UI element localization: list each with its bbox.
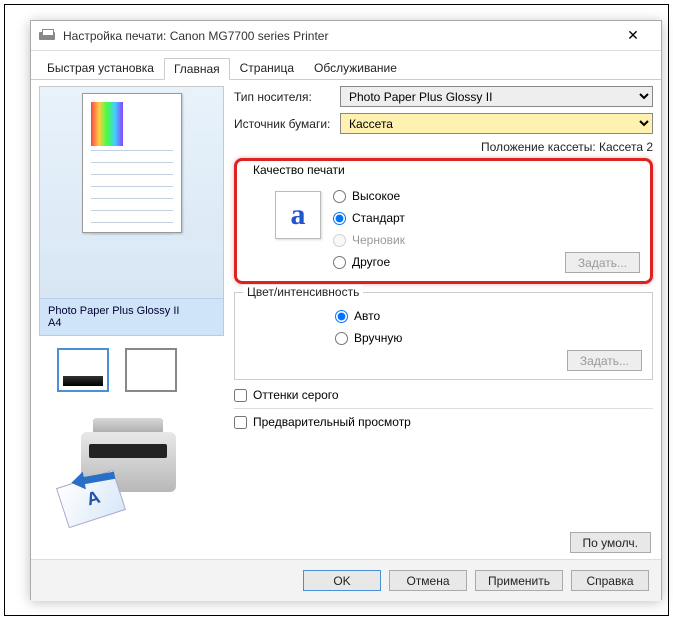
- tab-page[interactable]: Страница: [230, 57, 304, 79]
- color-set-button: Задать...: [567, 350, 642, 371]
- cancel-button[interactable]: Отмена: [389, 570, 467, 591]
- window-title: Настройка печати: Canon MG7700 series Pr…: [63, 29, 613, 43]
- close-button[interactable]: ✕: [613, 22, 653, 50]
- rainbow-swatch: [91, 102, 123, 146]
- grayscale-checkbox[interactable]: Оттенки серого: [234, 388, 653, 402]
- tab-maintenance[interactable]: Обслуживание: [304, 57, 407, 79]
- print-settings-dialog: Настройка печати: Canon MG7700 series Pr…: [30, 20, 662, 600]
- cassette-position-label: Положение кассеты: Кассета 2: [234, 140, 653, 154]
- tab-strip: Быстрая установка Главная Страница Обслу…: [31, 53, 661, 80]
- defaults-button[interactable]: По умолч.: [570, 532, 651, 553]
- right-panel: Тип носителя: Photo Paper Plus Glossy II…: [224, 86, 653, 532]
- preview-box: Photo Paper Plus Glossy II A4: [39, 86, 224, 336]
- apply-button[interactable]: Применить: [475, 570, 563, 591]
- preview-paper-label: Photo Paper Plus Glossy II A4: [40, 298, 223, 335]
- color-legend: Цвет/интенсивность: [243, 285, 363, 299]
- color-radio-auto[interactable]: Авто: [335, 305, 644, 327]
- color-radio-manual[interactable]: Вручную: [335, 327, 644, 349]
- tab-main[interactable]: Главная: [164, 58, 230, 80]
- paper-source-select[interactable]: Кассета: [340, 113, 653, 134]
- color-intensity-group: Цвет/интенсивность Авто Вручную Задать..…: [234, 292, 653, 380]
- printer-illustration: A: [59, 414, 199, 524]
- printer-icon: [39, 29, 55, 43]
- tab-quick-setup[interactable]: Быстрая установка: [37, 57, 164, 79]
- quality-radio-standard[interactable]: Стандарт: [333, 207, 642, 229]
- thumb-tray-blank[interactable]: [125, 348, 177, 392]
- defaults-row: По умолч.: [31, 532, 661, 559]
- page-preview: [82, 93, 182, 233]
- paper-source-label: Источник бумаги:: [234, 117, 340, 131]
- print-quality-group: Качество печати a Высокое Стандарт Черно…: [234, 158, 653, 284]
- orientation-thumbs: [57, 348, 224, 392]
- quality-icon: a: [275, 191, 321, 239]
- bottom-button-bar: OK Отмена Применить Справка: [31, 559, 661, 601]
- paper-source-row: Источник бумаги: Кассета: [234, 113, 653, 134]
- quality-radio-high[interactable]: Высокое: [333, 185, 642, 207]
- quality-radio-draft: Черновик: [333, 229, 642, 251]
- tab-content: Photo Paper Plus Glossy II A4 A Тип носи…: [31, 80, 661, 532]
- quality-legend: Качество печати: [249, 163, 349, 177]
- media-type-select[interactable]: Photo Paper Plus Glossy II: [340, 86, 653, 107]
- help-button[interactable]: Справка: [571, 570, 649, 591]
- titlebar: Настройка печати: Canon MG7700 series Pr…: [31, 21, 661, 51]
- left-panel: Photo Paper Plus Glossy II A4 A: [39, 86, 224, 532]
- quality-set-button: Задать...: [565, 252, 640, 273]
- media-type-row: Тип носителя: Photo Paper Plus Glossy II: [234, 86, 653, 107]
- thumb-tray-front[interactable]: [57, 348, 109, 392]
- preview-checkbox[interactable]: Предварительный просмотр: [234, 415, 653, 429]
- ok-button[interactable]: OK: [303, 570, 381, 591]
- media-type-label: Тип носителя:: [234, 90, 340, 104]
